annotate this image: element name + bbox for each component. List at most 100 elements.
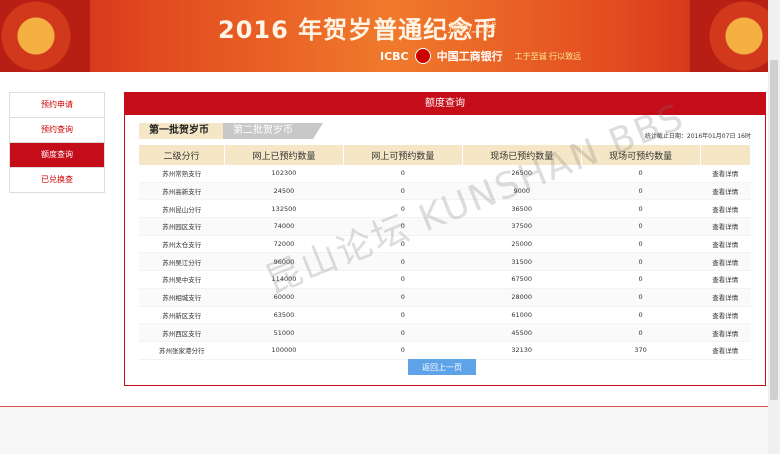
table-row: 苏州高新支行 24500 0 9000 0 查看详情 [139,182,751,201]
header-banner: 2016 年贺岁普通纪念币 预约上线 ICBC 中国工商银行 工于至诚 行以致远 [0,0,780,72]
table-header-row: 二级分行 网上已预约数量 网上可预约数量 现场已预约数量 现场可预约数量 [139,145,752,165]
cell-online-reserved: 100000 [224,341,344,360]
view-details-link[interactable]: 查看详情 [700,217,751,236]
cell-onsite-reserved: 61000 [462,306,582,325]
tab-first-batch[interactable]: 第一批贺岁币 [139,123,227,139]
cell-online-available: 0 [343,288,463,307]
sidebar-item-quota-query[interactable]: 额度查询 [10,143,104,168]
cell-onsite-available: 0 [581,252,701,272]
monkey-decoration-right [690,0,780,72]
scrollbar-thumb[interactable] [770,60,778,400]
cell-branch: 苏州吴中支行 [139,270,225,289]
quota-table: 二级分行 网上已预约数量 网上可预约数量 现场已预约数量 现场可预约数量 苏州常… [139,145,752,360]
cell-branch: 苏州常熟支行 [139,165,225,183]
cell-branch: 苏州相城支行 [139,288,225,307]
cell-online-reserved: 114000 [224,270,344,289]
monkey-decoration-left [0,0,90,72]
cell-branch: 苏州高新支行 [139,182,225,201]
view-details-link[interactable]: 查看详情 [700,306,751,325]
cell-onsite-available: 0 [581,235,701,254]
view-details-link[interactable]: 查看详情 [700,199,751,219]
panel-title: 额度查询 [125,93,765,115]
cell-onsite-reserved: 36500 [462,199,582,219]
cell-online-reserved: 72000 [224,235,344,254]
view-details-link[interactable]: 查看详情 [700,182,751,201]
table-row: 苏州吴江分行 96000 0 31500 0 查看详情 [139,252,751,272]
sidebar-item-exchanged-query[interactable]: 已兑换查 [10,168,104,193]
bank-logo: ICBC 中国工商银行 工于至诚 行以致远 [380,48,581,64]
footer [0,407,780,454]
view-details-link[interactable]: 查看详情 [700,341,751,360]
stat-date: 统计截止日期：2016年01月07日 16时 [644,133,751,140]
back-button[interactable]: 返回上一页 [408,359,476,375]
bank-slogan: 工于至诚 行以致远 [514,51,582,61]
table-row: 苏州园区支行 74000 0 37500 0 查看详情 [139,217,751,236]
view-details-link[interactable]: 查看详情 [700,235,751,254]
cell-online-available: 0 [343,217,463,236]
cell-branch: 苏州西区支行 [139,323,225,342]
tab-second-batch[interactable]: 第二批贺岁币 [223,123,323,139]
cell-onsite-available: 0 [581,270,701,289]
cell-onsite-available: 0 [581,323,701,342]
cell-onsite-reserved: 25000 [462,235,582,254]
batch-tabs: 第一批贺岁币 第二批贺岁币 [139,123,323,139]
cell-branch: 苏州太仓支行 [139,235,225,254]
col-onsite-available: 现场可预约数量 [581,145,701,165]
cell-online-reserved: 102300 [224,165,344,183]
cell-onsite-reserved: 37500 [462,217,582,236]
view-details-link[interactable]: 查看详情 [700,288,751,307]
view-details-link[interactable]: 查看详情 [700,252,751,272]
bank-name: 中国工商银行 [436,50,503,63]
cell-online-available: 0 [343,341,463,360]
table-row: 苏州常熟支行 102300 0 26500 0 查看详情 [139,165,751,183]
col-onsite-reserved: 现场已预约数量 [462,145,582,165]
cell-online-available: 0 [343,199,463,219]
icbc-logo-icon [414,48,431,64]
table-row: 苏州张家港分行 100000 0 32130 370 查看详情 [139,341,751,360]
cell-onsite-reserved: 45500 [462,323,582,342]
cell-branch: 苏州新区支行 [139,306,225,325]
cell-onsite-available: 0 [581,306,701,325]
table-row: 苏州太仓支行 72000 0 25000 0 查看详情 [139,235,751,254]
view-details-link[interactable]: 查看详情 [700,270,751,289]
table-row: 苏州吴中支行 114000 0 67500 0 查看详情 [139,270,751,289]
cell-online-available: 0 [343,165,463,183]
cell-online-available: 0 [343,306,463,325]
view-details-link[interactable]: 查看详情 [700,165,751,183]
cell-online-reserved: 63500 [224,306,344,325]
cell-online-available: 0 [343,252,463,272]
cell-onsite-available: 370 [581,341,701,360]
cell-onsite-reserved: 32130 [462,341,582,360]
scrollbar[interactable] [768,0,780,454]
cell-onsite-reserved: 67500 [462,270,582,289]
cell-online-reserved: 60000 [224,288,344,307]
cell-onsite-reserved: 31500 [462,252,582,272]
cell-onsite-available: 0 [581,182,701,201]
cell-online-available: 0 [343,323,463,342]
quota-panel: 额度查询 第一批贺岁币 第二批贺岁币 统计截止日期：2016年01月07日 16… [124,92,766,386]
cell-branch: 苏州吴江分行 [139,252,225,272]
cell-onsite-available: 0 [581,288,701,307]
sidebar-item-reserve-apply[interactable]: 预约申请 [10,93,104,118]
sidebar-nav: 预约申请 预约查询 额度查询 已兑换查 [9,92,105,193]
cell-online-available: 0 [343,235,463,254]
cell-online-reserved: 51000 [224,323,344,342]
cell-branch: 苏州张家港分行 [139,341,225,360]
cell-onsite-reserved: 9000 [462,182,582,201]
table-row: 苏州相城支行 60000 0 28000 0 查看详情 [139,288,751,307]
banner-subtitle: 预约上线 [447,21,496,35]
cell-branch: 苏州园区支行 [139,217,225,236]
cell-online-reserved: 96000 [224,252,344,272]
view-details-link[interactable]: 查看详情 [700,323,751,342]
bank-code: ICBC [380,49,409,63]
col-online-available: 网上可预约数量 [343,145,463,165]
table-row: 苏州新区支行 63500 0 61000 0 查看详情 [139,306,751,325]
cell-online-reserved: 132500 [224,199,344,219]
cell-online-reserved: 74000 [224,217,344,236]
sidebar-item-reserve-query[interactable]: 预约查询 [10,118,104,143]
cell-online-available: 0 [343,182,463,201]
cell-online-available: 0 [343,270,463,289]
table-row: 苏州昆山分行 132500 0 36500 0 查看详情 [139,199,751,219]
cell-onsite-available: 0 [581,199,701,219]
cell-onsite-reserved: 28000 [462,288,582,307]
